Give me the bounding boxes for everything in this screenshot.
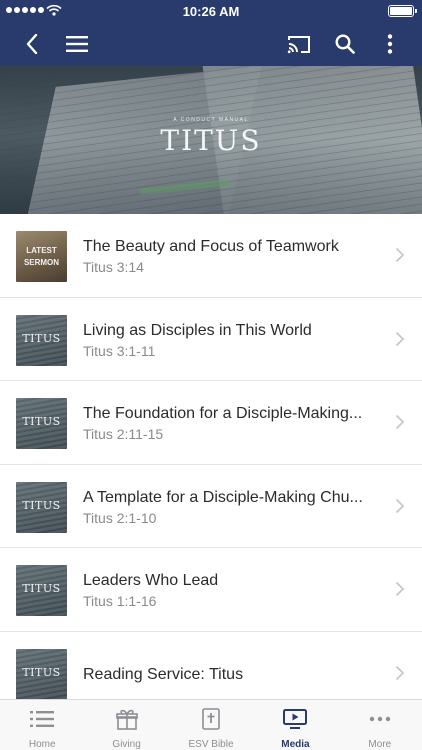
sermon-title: Living as Disciples in This World: [83, 321, 312, 339]
tab-label: Giving: [112, 739, 141, 750]
chevron-right-icon: [395, 331, 405, 346]
search-button[interactable]: [325, 22, 365, 66]
battery-icon: [388, 5, 417, 17]
sermon-thumbnail: TITUS: [16, 648, 67, 700]
sermon-item[interactable]: TITUS A Template for a Disciple-Making C…: [0, 465, 422, 548]
menu-button[interactable]: [57, 22, 97, 66]
vertical-dots-icon: [387, 34, 393, 54]
tab-label: Home: [28, 739, 56, 750]
sermon-item[interactable]: TITUS The Foundation for a Disciple-Maki…: [0, 381, 422, 465]
sermon-reference: Titus 1:1-16: [83, 593, 157, 609]
tab-label: Media: [281, 739, 310, 750]
banner-kicker: A CONDUCT MANUAL: [173, 117, 249, 123]
cast-icon: [287, 35, 310, 53]
chevron-right-icon: [395, 581, 405, 597]
series-banner: A CONDUCT MANUAL TITUS: [0, 66, 422, 214]
chevron-left-icon: [26, 34, 38, 54]
gift-icon: [115, 709, 138, 730]
sermon-thumbnail: TITUS: [16, 314, 67, 366]
tab-esv-bible[interactable]: ESV Bible: [169, 700, 253, 750]
sermon-list: LATEST SERMON The Beauty and Focus of Te…: [0, 214, 422, 715]
sermon-thumbnail: LATEST SERMON: [16, 231, 67, 282]
sermon-item[interactable]: LATEST SERMON The Beauty and Focus of Te…: [0, 214, 422, 298]
cast-button[interactable]: [279, 22, 319, 66]
banner-title: TITUS: [160, 124, 262, 157]
tab-media[interactable]: Media: [253, 700, 337, 750]
tab-bar: Home Giving ESV Bible Media More: [0, 699, 422, 750]
sermon-title: The Beauty and Focus of Teamwork: [83, 238, 339, 255]
chevron-right-icon: [395, 498, 405, 513]
sermon-title: The Foundation for a Disciple-Making...: [83, 405, 363, 422]
sermon-thumbnail: TITUS: [16, 481, 67, 533]
sermon-item[interactable]: TITUS Leaders Who Lead Titus 1:1-16: [0, 548, 422, 632]
status-time: 10:26 AM: [182, 4, 240, 19]
tab-more[interactable]: More: [338, 700, 422, 750]
bible-icon: [202, 708, 220, 730]
hamburger-icon: [66, 36, 88, 52]
tab-home[interactable]: Home: [0, 700, 84, 750]
sermon-title: Reading Service: Titus: [83, 665, 244, 683]
chevron-right-icon: [395, 247, 405, 263]
tab-giving[interactable]: Giving: [84, 700, 168, 750]
back-button[interactable]: [12, 22, 52, 66]
sermon-reference: Titus 3:14: [83, 259, 144, 275]
sermon-item[interactable]: TITUS Living as Disciples in This World …: [0, 298, 422, 381]
more-options-button[interactable]: [370, 22, 410, 66]
status-bar: 10:26 AM: [0, 0, 422, 22]
navigation-bar: [0, 22, 422, 66]
list-icon: [30, 711, 55, 727]
sermon-reference: Titus 3:1-11: [83, 342, 156, 359]
sermon-thumbnail: TITUS: [16, 565, 67, 616]
search-icon: [335, 34, 355, 54]
sermon-reference: Titus 2:1-10: [83, 509, 157, 526]
tab-label: ESV Bible: [188, 739, 234, 750]
sermon-title: A Template for a Disciple-Making Chu...: [83, 488, 363, 506]
media-icon: [283, 709, 308, 729]
sermon-thumbnail: TITUS: [16, 398, 67, 449]
tab-label: More: [368, 739, 392, 750]
sermon-title: Leaders Who Lead: [83, 572, 219, 589]
sermon-reference: Titus 2:11-15: [83, 426, 164, 442]
chevron-right-icon: [395, 665, 405, 680]
chevron-right-icon: [395, 414, 405, 430]
more-dots-icon: [369, 716, 391, 722]
